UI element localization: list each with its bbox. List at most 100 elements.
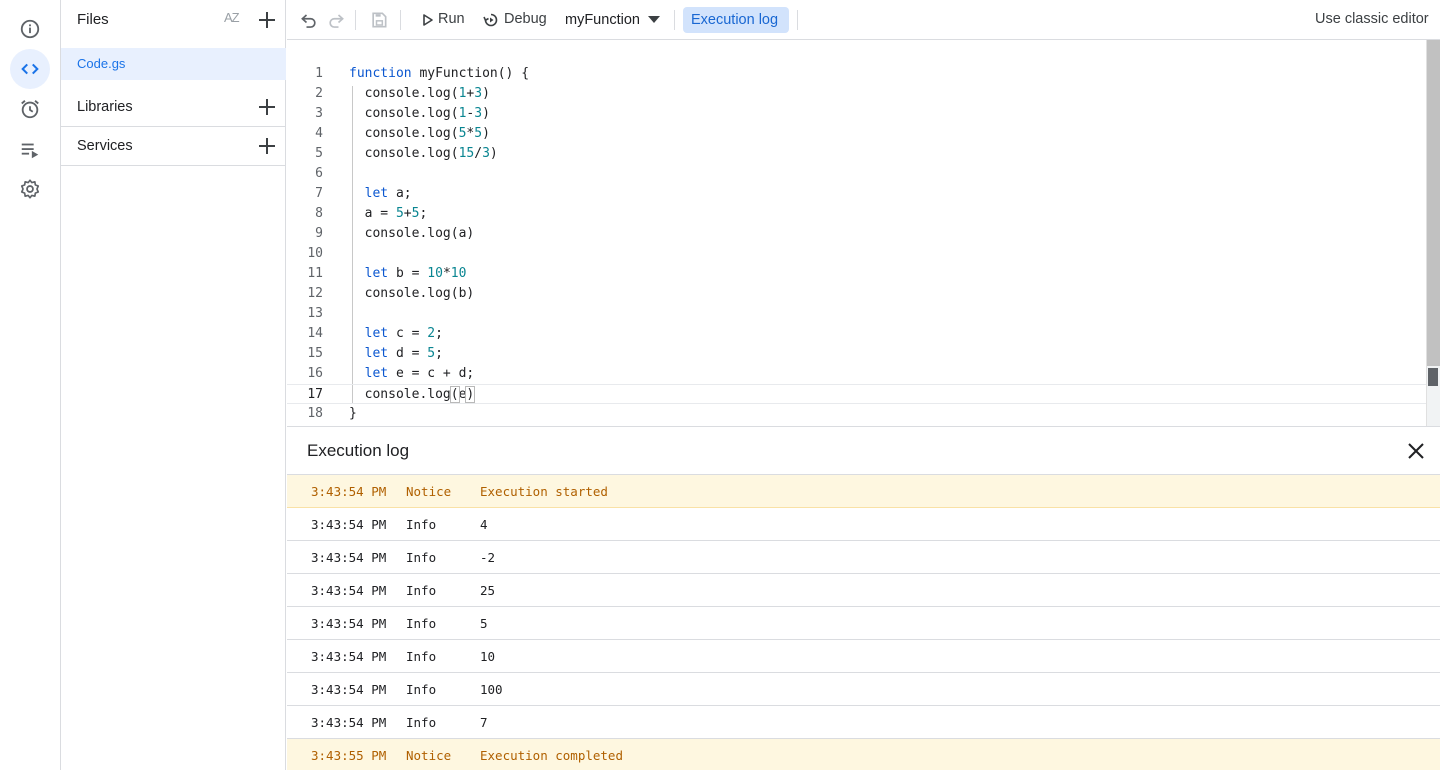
code-text: let b = 10*10: [364, 266, 467, 281]
play-icon: [423, 14, 433, 26]
line-number: 17: [307, 387, 323, 402]
log-severity: Info: [406, 715, 437, 730]
executions-button[interactable]: [10, 130, 50, 170]
file-item-label: Code.gs: [77, 56, 126, 71]
code-line[interactable]: 5 console.log(15/3): [287, 144, 1426, 164]
log-time: 3:43:54 PM: [311, 583, 387, 598]
save-icon[interactable]: [369, 10, 389, 30]
editor-scrollbar-thumb[interactable]: [1427, 40, 1440, 366]
code-text: a = 5+5;: [349, 206, 428, 221]
log-row: 3:43:54 PM Info 5: [287, 607, 1440, 640]
alarm-icon: [21, 100, 39, 119]
line-number: 12: [307, 286, 323, 301]
triggers-button[interactable]: [10, 89, 50, 129]
toolbar-separator: [674, 10, 675, 30]
code-line[interactable]: 9 console.log(a): [287, 224, 1426, 244]
toolbar-separator: [355, 10, 356, 30]
code-text: let c = 2;: [364, 326, 443, 341]
log-message: -2: [480, 550, 496, 565]
code-line[interactable]: 12 console.log(b): [287, 284, 1426, 304]
log-time: 3:43:54 PM: [311, 649, 387, 664]
code-text: function myFunction() {: [349, 66, 530, 81]
code-line[interactable]: 10: [287, 244, 1426, 264]
line-number: 5: [315, 146, 323, 161]
code-text: }: [349, 406, 357, 421]
services-label: Services: [77, 138, 133, 154]
line-number: 1: [315, 66, 323, 81]
add-file-icon[interactable]: [257, 10, 277, 30]
add-service-icon[interactable]: [257, 136, 277, 156]
log-row: 3:43:54 PM Info 25: [287, 574, 1440, 607]
files-title: Files: [77, 11, 109, 28]
execution-log-label: Execution log: [691, 12, 779, 28]
toolbar-separator: [400, 10, 401, 30]
function-select-value: myFunction: [565, 12, 640, 28]
line-number: 8: [315, 206, 323, 221]
run-button[interactable]: Run: [417, 0, 467, 40]
code-line[interactable]: 16 let e = c + d;: [287, 364, 1426, 384]
code-text: let e = c + d;: [364, 366, 475, 381]
log-severity: Info: [406, 682, 437, 697]
log-row: 3:43:54 PM Info -2: [287, 541, 1440, 574]
code-editor[interactable]: 1 function myFunction() { 2 console.log(1+…: [287, 40, 1440, 426]
code-text: let d = 5;: [364, 346, 443, 361]
redo-icon[interactable]: [326, 10, 346, 30]
file-item-code-gs[interactable]: Code.gs: [61, 48, 286, 80]
code-line[interactable]: 11 let b = 10*10: [287, 264, 1426, 284]
log-message: 7: [480, 715, 488, 730]
log-time: 3:43:54 PM: [311, 484, 387, 499]
settings-button[interactable]: [10, 169, 50, 209]
line-number: 3: [315, 106, 323, 121]
code-line[interactable]: 17 console.log(e): [287, 384, 1426, 404]
code-text: console.log(a): [349, 226, 475, 241]
log-severity: Notice: [406, 748, 452, 763]
log-severity: Info: [406, 550, 437, 565]
code-line[interactable]: 1 function myFunction() {: [287, 64, 1426, 84]
files-panel: Files AZ Code.gs Libraries Services: [61, 0, 286, 770]
line-number: 11: [307, 266, 323, 281]
info-icon: [20, 19, 40, 39]
services-section: Services: [61, 127, 286, 166]
execution-log-header: Execution log: [287, 427, 1440, 475]
log-severity: Info: [406, 616, 437, 631]
log-row: 3:43:55 PM Notice Execution completed: [287, 739, 1440, 770]
code-line[interactable]: 8 a = 5+5;: [287, 204, 1426, 224]
log-row: 3:43:54 PM Info 100: [287, 673, 1440, 706]
line-number: 4: [315, 126, 323, 141]
code-line[interactable]: 18}: [287, 404, 1426, 424]
line-number: 18: [307, 406, 323, 421]
code-line[interactable]: 6: [287, 164, 1426, 184]
code-line[interactable]: 13: [287, 304, 1426, 324]
log-severity: Notice: [406, 484, 452, 499]
log-message: 4: [480, 517, 488, 532]
code-line[interactable]: 15 let d = 5;: [287, 344, 1426, 364]
overview-button[interactable]: [10, 9, 50, 49]
close-icon[interactable]: [1406, 441, 1426, 461]
run-label: Run: [438, 11, 465, 27]
undo-icon[interactable]: [299, 10, 319, 30]
log-message: 100: [480, 682, 503, 697]
files-header: Files AZ: [61, 0, 286, 40]
editor-button[interactable]: [10, 49, 50, 89]
debug-button[interactable]: Debug: [480, 0, 552, 40]
log-time: 3:43:54 PM: [311, 517, 387, 532]
log-message: 10: [480, 649, 496, 664]
code-line[interactable]: 3 console.log(1-3): [287, 104, 1426, 124]
use-classic-editor-link[interactable]: Use classic editor: [1315, 11, 1429, 27]
debug-label: Debug: [504, 11, 547, 27]
code-line[interactable]: 14 let c = 2;: [287, 324, 1426, 344]
log-row: 3:43:54 PM Info 4: [287, 508, 1440, 541]
line-number: 6: [315, 166, 323, 181]
line-number: 7: [315, 186, 323, 201]
sort-az-button[interactable]: AZ: [224, 10, 240, 25]
function-select[interactable]: myFunction: [565, 0, 665, 40]
execution-log-button[interactable]: Execution log: [683, 7, 789, 33]
code-line[interactable]: 7 let a;: [287, 184, 1426, 204]
log-message: Execution started: [480, 484, 608, 499]
add-library-icon[interactable]: [257, 97, 277, 117]
log-time: 3:43:54 PM: [311, 616, 387, 631]
debug-icon: [483, 13, 498, 27]
code-line[interactable]: 4 console.log(5*5): [287, 124, 1426, 144]
log-time: 3:43:54 PM: [311, 550, 387, 565]
code-line[interactable]: 2 console.log(1+3): [287, 84, 1426, 104]
